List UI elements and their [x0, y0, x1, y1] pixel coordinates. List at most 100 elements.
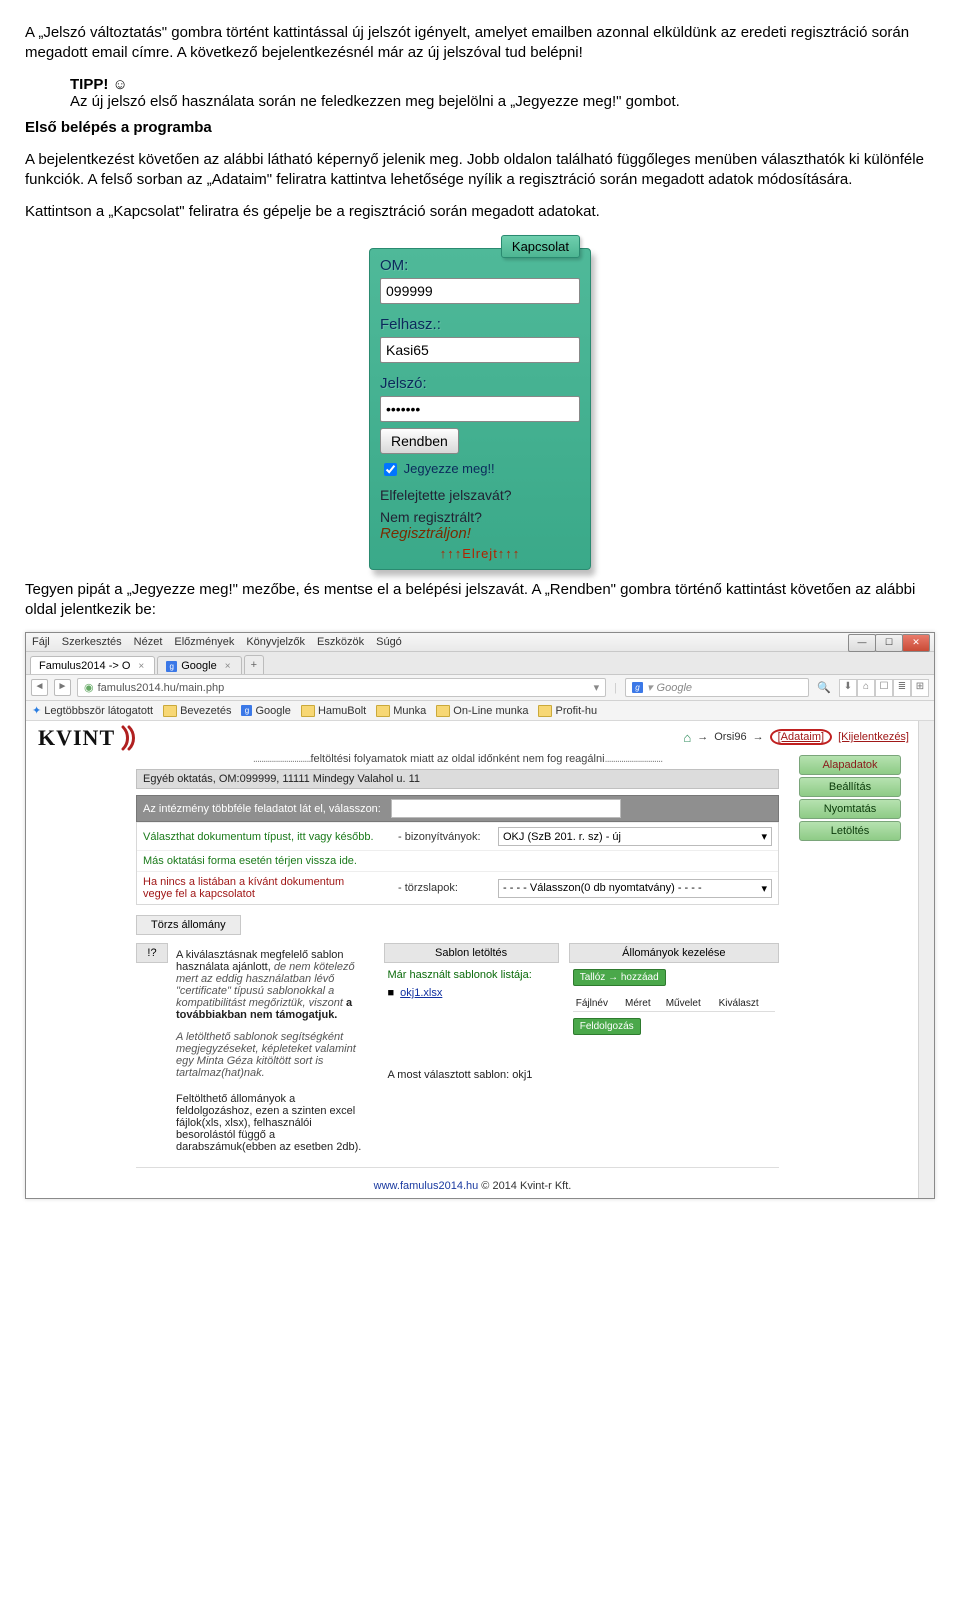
menu-view[interactable]: Nézet: [134, 636, 163, 648]
chevron-down-icon: ▾: [761, 882, 767, 895]
tab-1-title: Famulus2014 -> O: [39, 660, 130, 672]
torzs-allomany-tab[interactable]: Törzs állomány: [136, 915, 241, 935]
tab-close-icon[interactable]: ×: [138, 661, 144, 672]
user-bar: ⌂ → Orsi96 → [Adataim] [Kijelentkezés]: [683, 729, 909, 745]
browser-window: Fájl Szerkesztés Nézet Előzmények Könyvj…: [25, 632, 935, 1199]
bookmark-label: Bevezetés: [180, 705, 231, 717]
institution-header: Egyéb oktatás, OM:099999, 11111 Mindegy …: [136, 769, 779, 789]
bookmark-label: HamuBolt: [318, 705, 366, 717]
menu-tools[interactable]: Eszközök: [317, 636, 364, 648]
username: Orsi96: [714, 731, 746, 743]
rendben-button[interactable]: Rendben: [380, 428, 459, 454]
help-col-head[interactable]: !?: [136, 943, 168, 963]
user-input[interactable]: [380, 337, 580, 363]
new-tab-button[interactable]: +: [244, 655, 264, 674]
om-input[interactable]: [380, 278, 580, 304]
paragraph-4: Tegyen pipát a „Jegyezze meg!" mezőbe, é…: [25, 580, 935, 621]
kvint-logo: KVINT: [38, 725, 141, 751]
bookmark-online-munka[interactable]: On-Line munka: [436, 705, 528, 717]
bookmark-hamubolt[interactable]: HamuBolt: [301, 705, 366, 717]
google-favicon-icon: g: [166, 661, 177, 672]
remember-checkbox[interactable]: [384, 463, 397, 476]
search-box[interactable]: g ▾ Google: [625, 678, 809, 697]
tipp-block: TIPP! ☺ Az új jelszó első használata sor…: [70, 76, 935, 110]
toolbar-bookmark-icon[interactable]: ☐: [875, 679, 893, 697]
chevron-down-icon: ▾: [610, 802, 616, 815]
toolbar-feed-icon[interactable]: ≣: [893, 679, 911, 697]
col2-p2: A most választott sablon: okj1: [388, 1069, 555, 1081]
toolbar-home-icon[interactable]: ⌂: [857, 679, 875, 697]
browser-tab-1[interactable]: Famulus2014 -> O ×: [30, 656, 155, 674]
hide-link[interactable]: ↑↑↑Elrejt↑↑↑: [370, 546, 590, 561]
three-columns: !? A kiválasztásnak megfelelő sablon has…: [136, 943, 779, 1157]
th-select: Kiválaszt: [716, 996, 775, 1012]
paragraph-3: Kattintson a „Kapcsolat" feliratra és gé…: [25, 202, 935, 222]
torzslap-select-value: - - - - Válasszon(0 db nyomtatvány) - - …: [503, 882, 702, 894]
search-icon[interactable]: 🔍: [815, 681, 833, 694]
nav-forward-icon[interactable]: ►: [54, 679, 71, 696]
toolbar-download-icon[interactable]: ⬇: [839, 679, 857, 697]
bookmark-munka[interactable]: Munka: [376, 705, 426, 717]
star-icon: ✦: [32, 704, 41, 717]
adataim-link[interactable]: [Adataim]: [778, 731, 824, 743]
remember-label: Jegyezze meg!!: [404, 460, 495, 475]
toolbar-icons: ⬇ ⌂ ☐ ≣ ⊞: [839, 679, 929, 697]
torzslap-select[interactable]: - - - - Válasszon(0 db nyomtatvány) - - …: [498, 879, 772, 898]
folder-icon: [301, 705, 315, 717]
form-rows: Választhat dokumentum típust, itt vagy k…: [136, 822, 779, 905]
forgot-password-link[interactable]: Elfelejtette jelszavát?: [380, 487, 580, 503]
bookmark-bevezetes[interactable]: Bevezetés: [163, 705, 231, 717]
home-icon[interactable]: ⌂: [683, 730, 691, 745]
bookmark-most-visited[interactable]: ✦Legtöbbször látogatott: [32, 704, 153, 717]
nav-back-icon[interactable]: ◄: [31, 679, 48, 696]
col1-p2: A letölthető sablonok segítségként megje…: [176, 1031, 370, 1079]
chevron-down-icon: ▾: [761, 830, 767, 843]
menu-bookmarks[interactable]: Könyvjelzők: [246, 636, 305, 648]
bookmarks-bar: ✦Legtöbbször látogatott Bevezetés gGoogl…: [26, 701, 934, 721]
dropdown-icon[interactable]: ▾: [594, 681, 600, 694]
side-btn-beallitas[interactable]: Beállítás: [799, 777, 901, 797]
column-3: Állományok kezelése Tallóz → hozzáad Fáj…: [569, 943, 779, 1157]
window-minimize-icon[interactable]: —: [848, 634, 876, 652]
talloz-button[interactable]: Tallóz → hozzáad: [573, 969, 666, 986]
task-select-row: Az intézmény többféle feladatot lát el, …: [136, 795, 779, 822]
smiley-icon: ☺: [113, 76, 128, 93]
logout-link[interactable]: [Kijelentkezés]: [838, 731, 909, 743]
menu-file[interactable]: Fájl: [32, 636, 50, 648]
login-panel: Kapcsolat OM: Felhasz.: Jelszó: Rendben …: [369, 248, 591, 570]
folder-icon: [538, 705, 552, 717]
menu-help[interactable]: Súgó: [376, 636, 402, 648]
menu-edit[interactable]: Szerkesztés: [62, 636, 122, 648]
bookmark-label: Profit-hu: [555, 705, 597, 717]
menu-history[interactable]: Előzmények: [174, 636, 234, 648]
footer-url[interactable]: www.famulus2014.hu: [374, 1180, 479, 1192]
bookmark-profit[interactable]: Profit-hu: [538, 705, 597, 717]
plus-icon: +: [251, 659, 257, 671]
side-btn-nyomtatas[interactable]: Nyomtatás: [799, 799, 901, 819]
window-maximize-icon[interactable]: ☐: [875, 634, 903, 652]
bookmark-google[interactable]: gGoogle: [241, 705, 290, 717]
browser-tab-2[interactable]: g Google ×: [157, 656, 241, 674]
paragraph-2: A bejelentkezést követően az alábbi láth…: [25, 150, 935, 191]
feldolgozas-button[interactable]: Feldolgozás: [573, 1018, 641, 1035]
logo-text: KVINT: [38, 725, 115, 751]
task-select-label: Az intézmény többféle feladatot lát el, …: [143, 803, 381, 815]
register-link[interactable]: Regisztráljon!: [380, 525, 580, 542]
kapcsolat-tab[interactable]: Kapcsolat: [501, 235, 580, 258]
browser-tabs: Famulus2014 -> O × g Google × +: [26, 652, 934, 675]
cert-select[interactable]: OKJ (SzB 201. r. sz) - új▾: [498, 827, 772, 846]
address-bar[interactable]: ◉ famulus2014.hu/main.php ▾: [77, 678, 606, 697]
side-btn-alapadatok[interactable]: Alapadatok: [799, 755, 901, 775]
toolbar-grid-icon[interactable]: ⊞: [911, 679, 929, 697]
side-btn-letoltes[interactable]: Letöltés: [799, 821, 901, 841]
tab-close-icon[interactable]: ×: [225, 661, 231, 672]
url-text: famulus2014.hu/main.php: [98, 682, 225, 694]
th-action: Művelet: [663, 996, 716, 1012]
side-menu: Alapadatok Beállítás Nyomtatás Letöltés: [799, 755, 901, 841]
window-close-icon[interactable]: ✕: [902, 634, 930, 652]
task-select[interactable]: szakképzés, szakképesítés▾: [391, 799, 621, 818]
vertical-scrollbar[interactable]: [918, 721, 934, 1198]
file-link-okj1[interactable]: okj1.xlsx: [400, 987, 442, 999]
password-input[interactable]: [380, 396, 580, 422]
user-label: Felhasz.:: [370, 308, 590, 337]
